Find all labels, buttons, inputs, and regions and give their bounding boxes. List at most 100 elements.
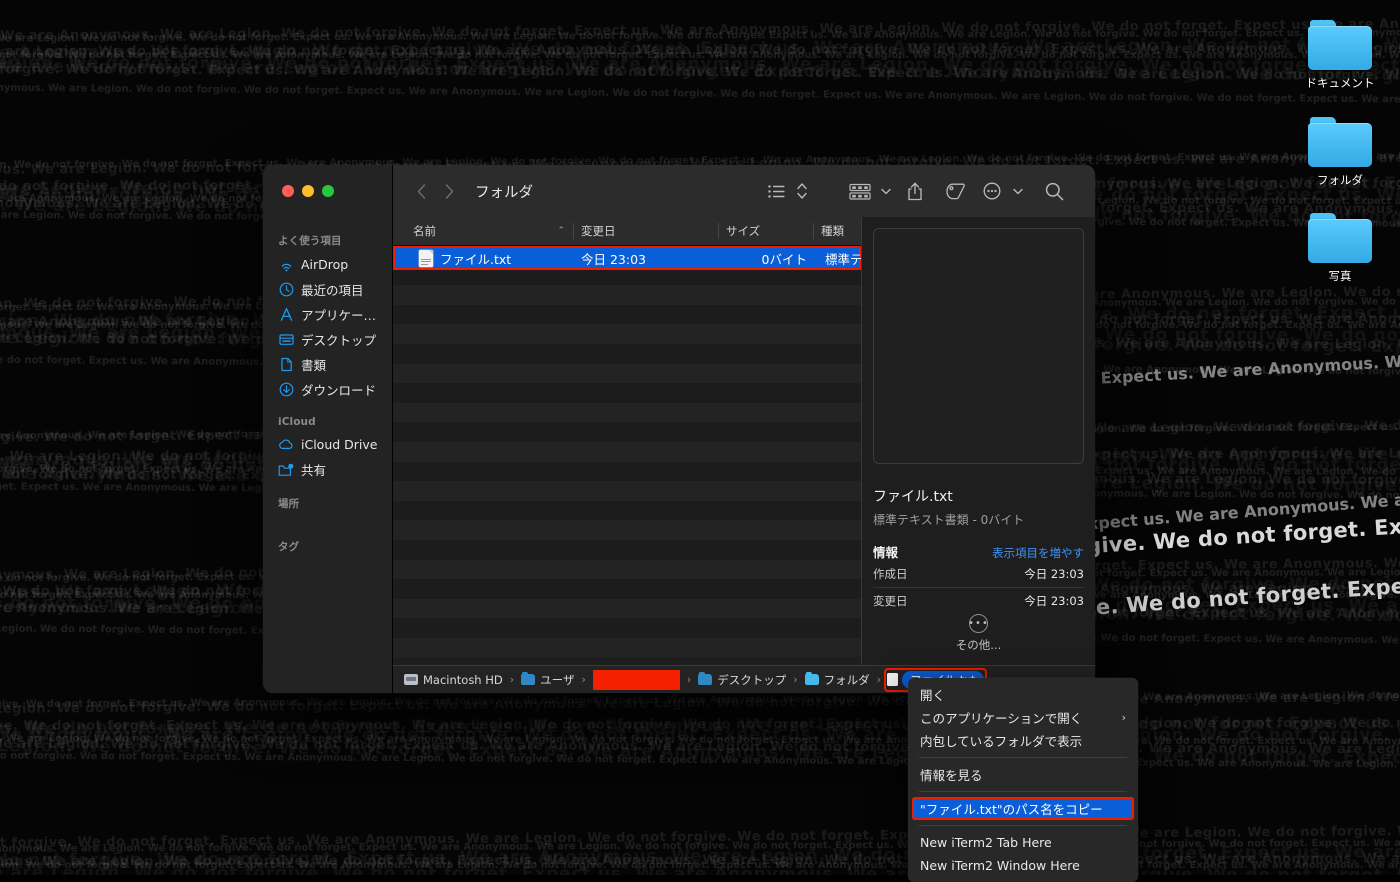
breadcrumb-label: フォルダ [824,672,870,688]
sidebar-item-label: AirDrop [301,257,348,272]
file-preview-thumbnail [873,228,1084,464]
folder-icon [1308,117,1372,167]
sidebar-item-airdrop[interactable]: AirDrop [263,252,392,277]
breadcrumb-item-macintosh-hd[interactable]: Macintosh HD [402,673,505,687]
sidebar-section-header: iCloud [263,402,392,432]
preview-field-label: 作成日 [873,566,908,582]
desktop-icon-folder[interactable]: フォルダ [1290,117,1390,189]
breadcrumb-item-redacted[interactable] [591,670,682,690]
minimize-button[interactable] [302,185,314,197]
breadcrumb-separator: › [788,673,802,686]
breadcrumb-label: ユーザ [540,672,574,688]
preview-pane: ファイル.txt 標準テキスト書類 - 0バイト 情報 表示項目を増やす 作成日… [861,217,1095,665]
breadcrumb-label: Macintosh HD [423,673,503,687]
group-view-icon[interactable] [843,177,877,205]
breadcrumb-item-folder[interactable]: フォルダ [803,672,872,688]
column-headers: 名前 ⌃ 変更日 サイズ 種類 [393,217,861,246]
sidebar-item-recents[interactable]: 最近の項目 [263,277,392,302]
users-folder-icon [521,674,535,685]
preview-field-label: 変更日 [873,593,908,609]
chevron-down-icon[interactable] [877,177,895,205]
file-list-empty-row [393,618,861,638]
desktop-icon-photos[interactable]: 写真 [1290,213,1390,285]
file-list-empty-row [393,501,861,521]
column-header-label: サイズ [726,223,760,239]
back-button[interactable] [407,178,435,204]
column-header-label: 名前 [413,223,436,239]
tag-icon[interactable] [935,177,975,205]
sidebar-item-downloads[interactable]: ダウンロード [263,377,392,402]
chevron-down-icon[interactable] [1009,177,1027,205]
share-icon[interactable] [895,177,935,205]
context-menu-separator [919,757,1127,758]
file-list-empty-row [393,383,861,403]
context-menu-item-copy-path[interactable]: "ファイル.txt"のパス名をコピー [912,797,1134,820]
context-menu-item-open-with[interactable]: このアプリケーションで開く › [908,706,1138,729]
sort-chevrons-icon[interactable] [789,177,815,205]
search-icon[interactable] [1027,177,1081,205]
sidebar: よく使う項目 AirDrop [263,217,393,693]
column-header-label: 変更日 [581,223,616,239]
text-file-icon [887,673,898,686]
sidebar-section-header: よく使う項目 [263,225,392,252]
desktop-icon-documents[interactable]: ドキュメント [1290,20,1390,92]
sidebar-section-header: 場所 [263,482,392,515]
context-menu-label: このアプリケーションで開く [920,708,1082,727]
maximize-button[interactable] [322,185,334,197]
sidebar-section-header: タグ [263,515,392,558]
context-menu-label: New iTerm2 Window Here [920,858,1080,873]
table-row[interactable]: ファイル.txt 今日 23:03 0バイト 標準テキ [393,246,861,270]
context-menu[interactable]: 開く このアプリケーションで開く › 内包しているフォルダで表示 情報を見る "… [908,678,1138,882]
forward-button[interactable] [435,178,463,204]
list-view-icon[interactable] [763,177,789,205]
show-more-attributes-link[interactable]: 表示項目を増やす [992,545,1084,561]
desktop-icon-label: ドキュメント [1302,74,1379,92]
context-menu-item-reveal-in-folder[interactable]: 内包しているフォルダで表示 [908,729,1138,752]
context-menu-item-new-iterm2-tab[interactable]: New iTerm2 Tab Here [908,831,1138,854]
column-header-kind[interactable]: 種類 [813,217,861,245]
more-actions-icon[interactable] [975,177,1009,205]
context-menu-label: 情報を見る [920,765,983,784]
context-menu-label: "ファイル.txt"のパス名をコピー [920,799,1103,818]
sidebar-item-icloud-drive[interactable]: iCloud Drive [263,432,392,457]
file-list-empty-row [393,560,861,580]
sidebar-item-shared[interactable]: 共有 [263,457,392,482]
sidebar-item-desktop[interactable]: デスクトップ [263,327,392,352]
breadcrumb-item-desktop[interactable]: デスクトップ [696,672,788,688]
close-button[interactable] [282,185,294,197]
sidebar-item-label: 書類 [301,355,326,374]
context-menu-item-open[interactable]: 開く [908,683,1138,706]
sidebar-item-label: デスクトップ [301,330,376,349]
folder-icon [1308,213,1372,263]
text-file-icon [419,250,433,267]
more-label: その他... [873,637,1084,653]
applications-icon [278,307,294,323]
column-header-size[interactable]: サイズ [718,217,813,245]
clock-icon [278,282,294,298]
breadcrumb-separator: › [505,673,519,686]
redacted-block [593,670,680,690]
finder-window[interactable]: フォルダ [263,165,1095,693]
sidebar-item-label: 最近の項目 [301,280,364,299]
column-header-label: 種類 [821,223,844,239]
cloud-icon [278,437,294,453]
file-list-empty-row [393,285,861,305]
file-list-empty-row [393,324,861,344]
breadcrumb-item-users[interactable]: ユーザ [519,672,576,688]
file-list-empty-row [393,403,861,423]
file-list[interactable]: ファイル.txt 今日 23:03 0バイト 標準テキ [393,246,861,665]
more-actions-area[interactable]: ••• その他... [873,614,1084,665]
sidebar-item-documents[interactable]: 書類 [263,352,392,377]
context-menu-separator [919,825,1127,826]
column-header-modified[interactable]: 変更日 [573,217,718,245]
file-list-empty-row [393,422,861,442]
context-menu-item-get-info[interactable]: 情報を見る [908,763,1138,786]
column-header-name[interactable]: 名前 ⌃ [393,217,573,245]
context-menu-separator [919,791,1127,792]
context-menu-item-new-iterm2-window[interactable]: New iTerm2 Window Here [908,854,1138,877]
file-list-empty-row [393,638,861,658]
folder-icon [1308,20,1372,70]
sidebar-item-applications[interactable]: アプリケー… [263,302,392,327]
preview-title: ファイル.txt [873,486,1084,506]
ellipsis-circle-icon[interactable]: ••• [969,614,988,633]
